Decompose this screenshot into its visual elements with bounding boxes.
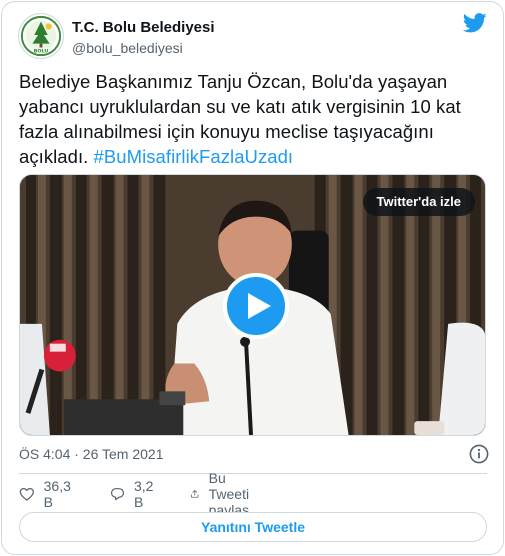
info-icon[interactable]: [469, 444, 489, 464]
reply-bubble-icon: [110, 488, 125, 501]
like-count: 36,3 B: [43, 478, 71, 510]
author-handle[interactable]: @bolu_belediyesi: [72, 39, 215, 57]
tweet-text: Belediye Başkanımız Tanju Özcan, Bolu'da…: [19, 69, 489, 169]
reply-count: 3,2 B: [133, 478, 154, 510]
svg-text:BOLU: BOLU: [34, 49, 49, 55]
heart-icon: [19, 487, 34, 501]
watch-on-twitter-button[interactable]: Twitter'da izle: [362, 188, 475, 216]
avatar[interactable]: BOLU: [18, 13, 64, 59]
share-icon: [191, 490, 199, 498]
tweet-card: BOLU T.C. Bolu Belediyesi @bolu_belediye…: [1, 1, 504, 555]
video-player[interactable]: Twitter'da izle: [19, 174, 486, 436]
play-icon: [248, 293, 271, 319]
bolu-municipality-logo: BOLU: [19, 14, 63, 58]
share-label: Bu Tweeti paylaş: [208, 470, 250, 518]
share-button[interactable]: Bu Tweeti paylaş: [190, 470, 259, 518]
tweet-header: BOLU T.C. Bolu Belediyesi @bolu_belediye…: [18, 13, 489, 61]
play-button[interactable]: [223, 273, 289, 339]
tweet-timestamp[interactable]: ÖS 4:04 · 26 Tem 2021: [19, 446, 164, 462]
reply-tweet-button[interactable]: Yanıtını Tweetle: [19, 512, 487, 542]
twitter-bird-icon[interactable]: [463, 13, 487, 33]
author-names: T.C. Bolu Belediyesi @bolu_belediyesi: [72, 18, 215, 57]
like-button[interactable]: 36,3 B: [19, 478, 75, 510]
author-display-name[interactable]: T.C. Bolu Belediyesi: [72, 18, 215, 37]
hashtag-link[interactable]: #BuMisafirlikFazlaUzadı: [94, 146, 294, 167]
reply-button[interactable]: 3,2 B: [110, 478, 158, 510]
tweet-meta: ÖS 4:04 · 26 Tem 2021: [19, 443, 489, 465]
